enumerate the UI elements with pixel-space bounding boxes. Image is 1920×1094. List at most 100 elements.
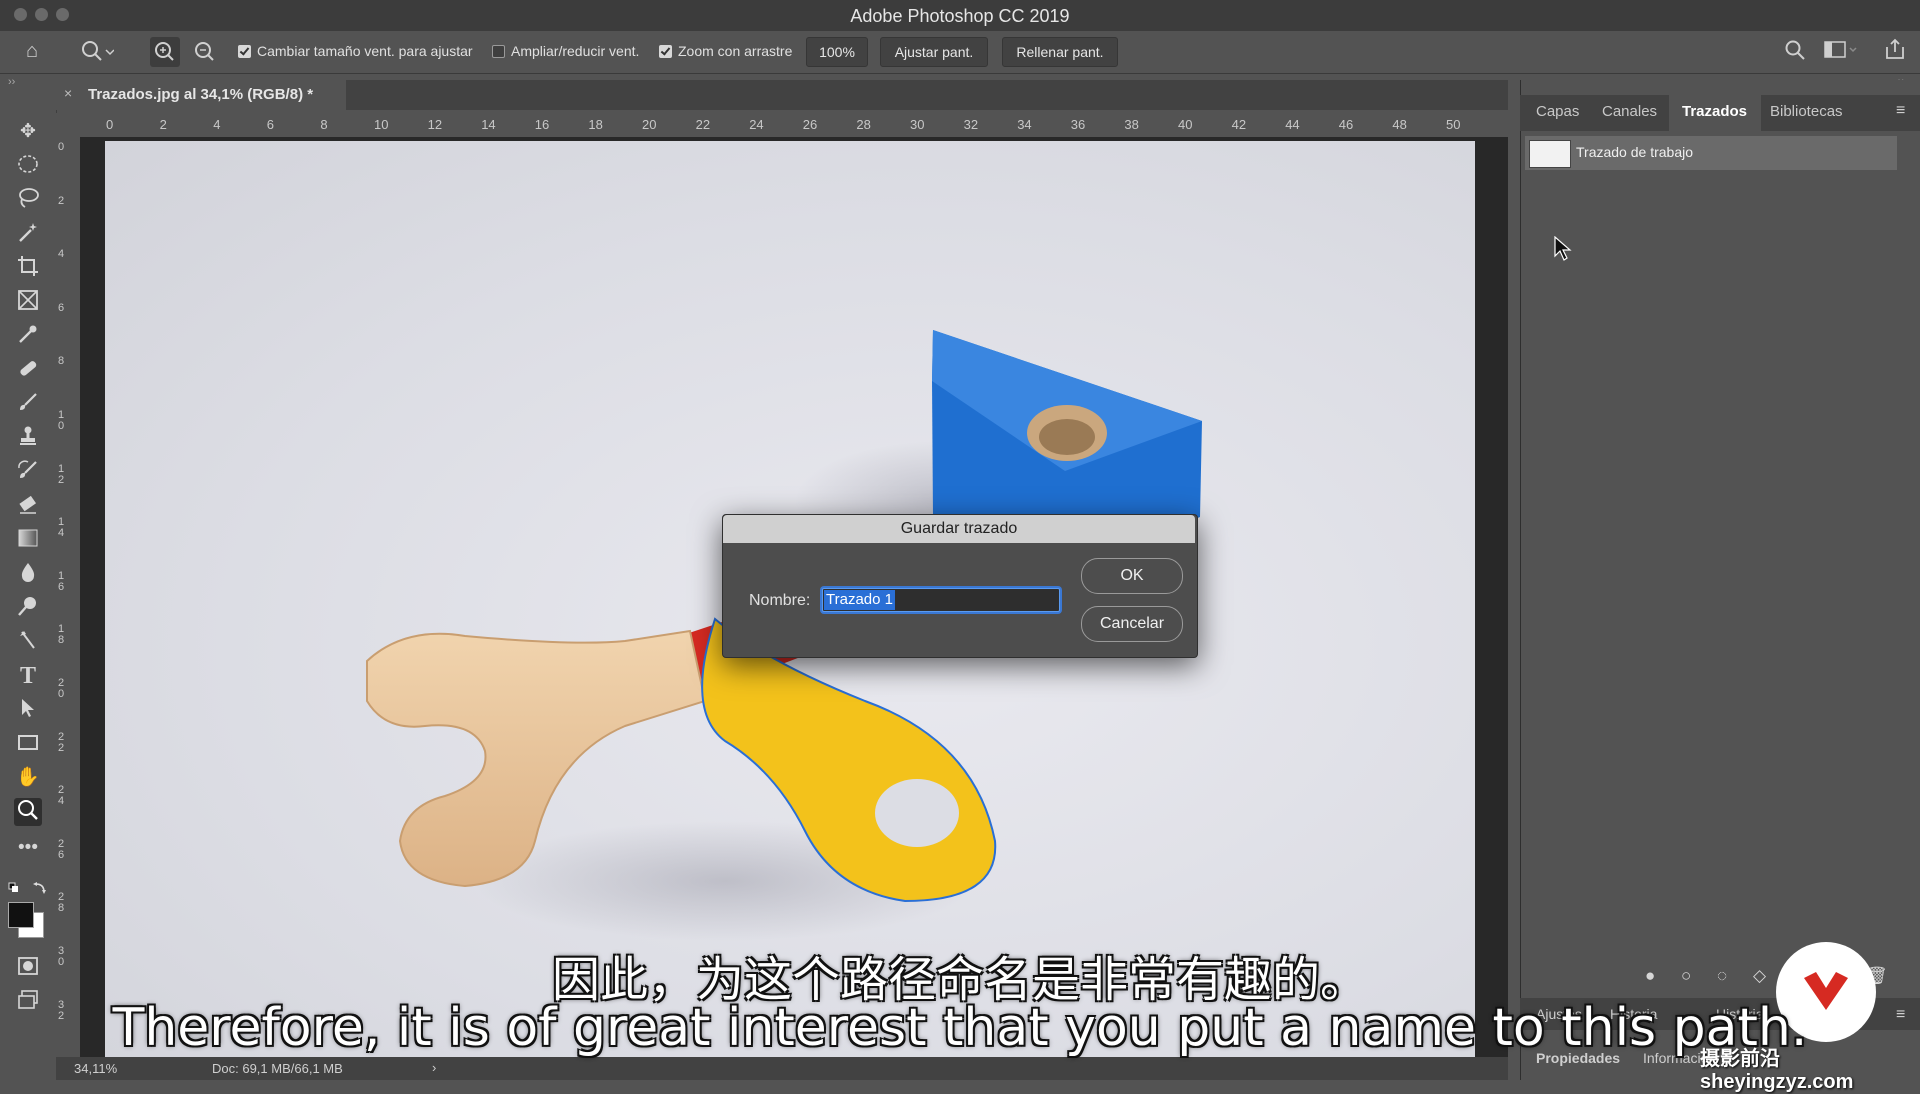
path-thumbnail: [1529, 140, 1571, 168]
ruler-tick-v: 2 6: [58, 837, 65, 861]
tab-capas[interactable]: Capas: [1536, 103, 1579, 120]
path-name: Trazado de trabajo: [1576, 144, 1693, 160]
ruler-tick-h: 10: [374, 117, 389, 132]
ruler-tick-h: 26: [802, 117, 818, 132]
ruler-tick-h: 44: [1285, 117, 1300, 132]
brush-tool-icon[interactable]: [14, 390, 42, 418]
ruler-tick-h: 6: [266, 117, 275, 132]
zoom-out-icon[interactable]: [190, 37, 220, 73]
tools-panel: ✥ T ✋ •••: [0, 110, 57, 1080]
ruler-tick-h: 50: [1446, 117, 1461, 132]
subtitle-english: Therefore, it is of great interest that …: [112, 998, 1808, 1058]
tab-canales[interactable]: Canales: [1602, 103, 1657, 120]
ruler-tick-h: 24: [749, 117, 764, 132]
search-icon[interactable]: [1784, 39, 1806, 67]
tab-bibliotecas[interactable]: Bibliotecas: [1770, 103, 1843, 120]
rectangle-tool-icon[interactable]: [14, 730, 42, 758]
ruler-tick-h: 18: [588, 117, 603, 132]
options-bar: ⌂ Cambiar tamaño vent. para ajustar Ampl…: [0, 31, 1920, 74]
ruler-tick-h: 30: [910, 117, 925, 132]
clone-stamp-icon[interactable]: [14, 424, 42, 452]
blur-tool-icon[interactable]: [14, 560, 42, 588]
foreground-color-swatch[interactable]: [8, 902, 34, 928]
dodge-tool-icon[interactable]: [14, 594, 42, 622]
ruler-tick-v: 1 8: [58, 623, 65, 647]
workspace-icon[interactable]: [1824, 40, 1858, 66]
ruler-tick-h: 14: [481, 117, 496, 132]
ruler-tick-h: 46: [1338, 117, 1354, 132]
ruler-tick-h: 34: [1017, 117, 1032, 132]
ruler-tick-v: 8: [58, 355, 65, 368]
gradient-tool-icon[interactable]: [14, 526, 42, 554]
checkbox-checked-icon[interactable]: [659, 45, 672, 58]
horizontal-ruler[interactable]: 0 2 4 6 8 10 12 14 16 18 20 22 24 26 28 30 32 34 36 38 40 42 4…: [80, 113, 1508, 138]
ruler-origin[interactable]: [56, 113, 80, 137]
hand-tool-icon[interactable]: ✋: [14, 764, 42, 792]
ruler-tick-v: 2 4: [58, 784, 65, 808]
zoom-tool-preset-icon[interactable]: [80, 39, 115, 71]
lasso-tool-icon[interactable]: [14, 186, 42, 214]
zoom-level[interactable]: 34,11%: [74, 1061, 117, 1076]
pen-tool-icon[interactable]: [14, 628, 42, 656]
status-menu-arrow[interactable]: ›: [432, 1060, 436, 1075]
status-bar: 34,11% Doc: 69,1 MB/66,1 MB ›: [56, 1057, 1508, 1080]
healing-brush-icon[interactable]: [14, 356, 42, 384]
home-icon[interactable]: ⌂: [26, 40, 38, 63]
resize-windows-checkbox[interactable]: Cambiar tamaño vent. para ajustar: [238, 43, 473, 59]
scrubby-zoom-checkbox[interactable]: Zoom con arrastre: [659, 43, 792, 59]
eyedropper-icon[interactable]: [14, 322, 42, 350]
zoom-100-button[interactable]: 100%: [806, 37, 868, 67]
ruler-tick-h: 28: [856, 117, 871, 132]
type-tool-icon[interactable]: T: [14, 662, 42, 690]
more-tools-icon[interactable]: •••: [14, 834, 42, 862]
path-name-value[interactable]: Trazado 1: [824, 590, 895, 610]
ruler-tick-v: 1 0: [58, 409, 65, 432]
ruler-tick-h: 36: [1070, 117, 1086, 132]
fill-screen-button[interactable]: Rellenar pant.: [1002, 37, 1118, 67]
ruler-tick-v: 1 2: [58, 462, 65, 486]
crop-tool-icon[interactable]: [14, 254, 42, 282]
zoom-in-icon[interactable]: [150, 37, 180, 67]
ruler-tick-v: 1 4: [58, 516, 65, 540]
ruler-tick-h: 8: [320, 117, 328, 132]
checkbox-unchecked-icon[interactable]: [492, 45, 505, 58]
ruler-tick-v: 2 8: [58, 891, 65, 915]
dialog-title: Guardar trazado: [900, 520, 1018, 537]
ruler-tick-v: 0: [58, 141, 65, 153]
ok-button[interactable]: OK: [1081, 558, 1183, 594]
zoom-all-windows-checkbox[interactable]: Ampliar/reducir vent.: [492, 43, 639, 59]
magic-wand-icon[interactable]: [14, 220, 42, 248]
ruler-tick-h: 16: [534, 117, 550, 132]
ruler-tick-h: 38: [1124, 117, 1139, 132]
ruler-tick-h: 32: [963, 117, 979, 132]
default-colors-icon[interactable]: [8, 882, 50, 901]
cancel-button[interactable]: Cancelar: [1081, 606, 1183, 642]
name-label: Nombre:: [749, 592, 811, 609]
checkbox-checked-icon[interactable]: [238, 45, 251, 58]
ruler-tick-v: 6: [58, 301, 65, 314]
fit-screen-button[interactable]: Ajustar pant.: [880, 37, 988, 67]
tab-trazados[interactable]: Trazados: [1682, 103, 1747, 120]
move-tool-icon[interactable]: ✥: [14, 118, 42, 146]
document-tab-label: Trazados.jpg al 34,1% (RGB/8) *: [88, 86, 314, 103]
mouse-cursor-icon: [1554, 235, 1572, 267]
ruler-tick-h: 4: [213, 117, 221, 132]
share-icon[interactable]: [1884, 38, 1906, 66]
title-bar: Adobe Photoshop CC 2019: [0, 0, 1920, 32]
watermark: 摄影前沿 sheyingzyz.com: [1700, 1048, 1854, 1093]
ruler-tick-h: 12: [427, 117, 443, 132]
marquee-tool-icon[interactable]: [14, 152, 42, 180]
vertical-ruler[interactable]: 024681 01 21 41 61 82 02 22 42 62 83 03 …: [56, 137, 81, 1057]
ruler-tick-v: 4: [58, 248, 65, 261]
frame-tool-icon[interactable]: [14, 288, 42, 316]
zoom-tool-icon[interactable]: [14, 798, 42, 826]
path-selection-icon[interactable]: [14, 696, 42, 724]
history-brush-icon[interactable]: [14, 458, 42, 486]
close-tab-icon[interactable]: ×: [64, 85, 72, 101]
ruler-tick-h: 40: [1178, 117, 1193, 132]
panel-menu-icon[interactable]: ≡: [1896, 102, 1905, 120]
collapse-toolbar-icon[interactable]: ››: [8, 76, 15, 88]
eraser-icon[interactable]: [14, 492, 42, 520]
ruler-tick-v: 2 0: [58, 677, 65, 700]
ruler-tick-h: 2: [159, 117, 167, 132]
